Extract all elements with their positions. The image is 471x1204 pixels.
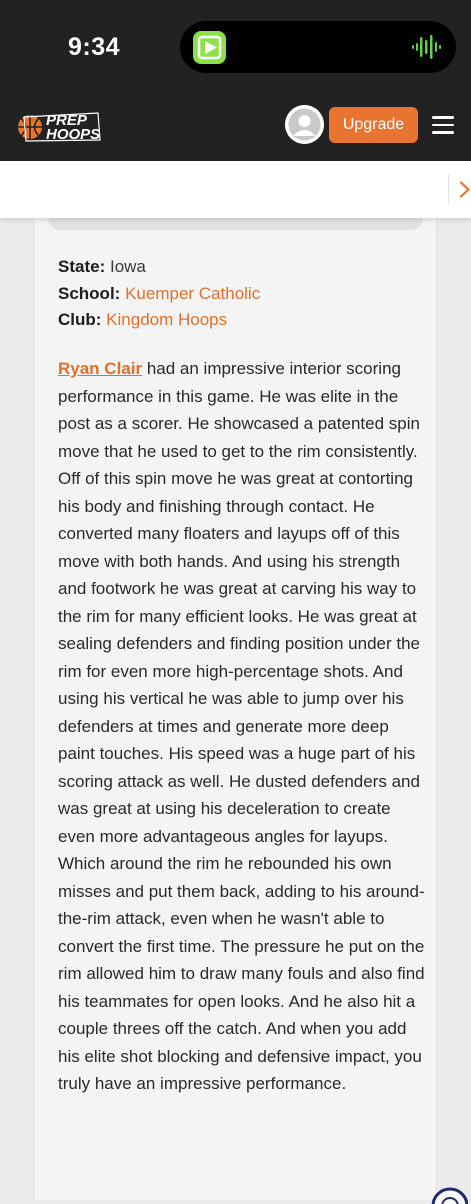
chat-icon[interactable] — [428, 1184, 468, 1204]
svg-text:HOOPS: HOOPS — [46, 126, 100, 143]
school-link[interactable]: Kuemper Catholic — [125, 284, 260, 303]
secondary-nav-bar — [0, 161, 471, 218]
prep-hoops-logo[interactable]: PREP HOOPS — [16, 107, 106, 143]
top-navbar: PREP HOOPS Upgrade — [0, 95, 471, 161]
state-row: State: Iowa — [58, 254, 260, 281]
club-row: Club: Kingdom Hoops — [58, 307, 260, 334]
player-profile: State: Iowa School: Kuemper Catholic Clu… — [58, 254, 260, 334]
chevron-right-icon[interactable] — [448, 174, 471, 204]
logo-text: PREP HOOPS — [46, 112, 100, 143]
status-bar: 9:34 — [0, 0, 471, 95]
school-label: School: — [58, 283, 121, 303]
play-app-icon[interactable] — [193, 31, 226, 64]
card-divider — [48, 218, 423, 230]
article-body: Ryan Clair had an impressive interior sc… — [58, 355, 430, 1098]
avatar-icon[interactable] — [285, 105, 324, 144]
club-link[interactable]: Kingdom Hoops — [106, 310, 227, 329]
club-label: Club: — [58, 310, 102, 329]
player-name-link[interactable]: Ryan Clair — [58, 359, 142, 378]
state-label: State: — [58, 257, 106, 276]
audio-wave-icon — [412, 35, 441, 59]
dynamic-island[interactable] — [180, 21, 456, 73]
school-row: School: Kuemper Catholic — [58, 281, 260, 308]
article-text: had an impressive interior scoring perfo… — [58, 359, 425, 1093]
menu-icon[interactable] — [432, 116, 454, 134]
state-value: Iowa — [109, 257, 146, 276]
status-time: 9:34 — [68, 33, 121, 61]
upgrade-button[interactable]: Upgrade — [329, 107, 418, 143]
